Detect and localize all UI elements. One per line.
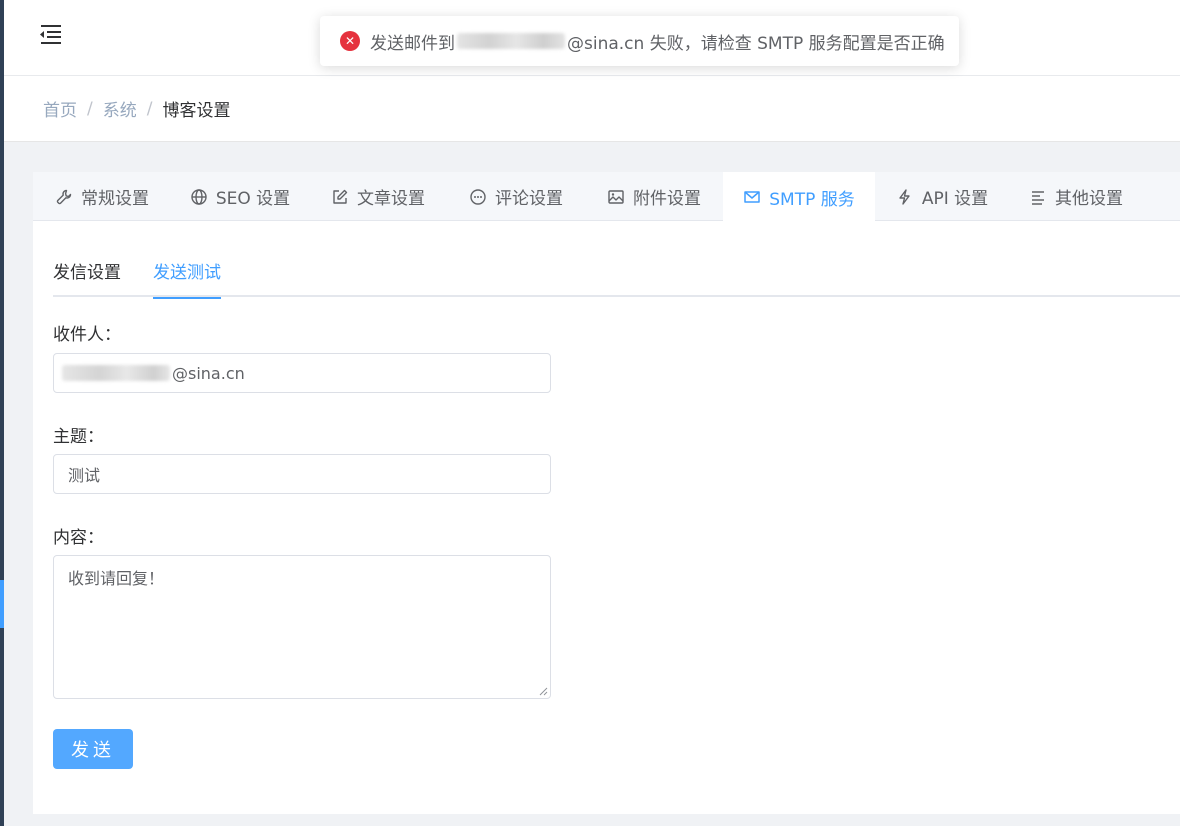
breadcrumb-system[interactable]: 系统 [103, 96, 137, 121]
breadcrumb: 首页 / 系统 / 博客设置 [4, 76, 1180, 142]
tab-label: SMTP 服务 [769, 189, 855, 210]
tab-comment[interactable]: 评论设置 [447, 172, 585, 221]
globe-icon [191, 188, 207, 205]
toast-message-suffix: @sina.cn 失败，请检查 SMTP 服务配置是否正确 [567, 33, 945, 54]
image-icon [608, 189, 624, 204]
close-circle-icon[interactable]: ✕ [340, 31, 360, 51]
tab-general[interactable]: 常规设置 [33, 172, 171, 221]
content-textarea[interactable]: 收到请回复！ [53, 555, 551, 699]
smtp-sub-tabs: 发信设置 发送测试 [53, 246, 1180, 299]
lightning-icon [899, 188, 910, 205]
breadcrumb-blog-settings: 博客设置 [162, 101, 231, 121]
tab-post[interactable]: 文章设置 [309, 172, 447, 221]
tab-label: SEO 设置 [215, 189, 291, 209]
recipient-value: @sina.cn [172, 363, 245, 383]
tab-label: 常规设置 [81, 189, 149, 209]
align-left-icon [1032, 190, 1044, 205]
tab-seo[interactable]: SEO 设置 [171, 172, 309, 221]
error-toast: ✕ 发送邮件到 @sina.cn 失败，请检查 SMTP 服务配置是否正确 [320, 16, 959, 66]
subtab-send-test[interactable]: 发送测试 [153, 258, 221, 299]
recipient-label: 收件人： [53, 325, 121, 345]
sidebar-toggle-icon[interactable] [32, 20, 62, 46]
settings-tabs: 常规设置 SEO 设置 文章设置 评论设置 附件设置 SMTP 服务 API 设… [33, 172, 1180, 222]
mail-icon [744, 191, 760, 203]
subtab-send-settings[interactable]: 发信设置 [53, 258, 121, 297]
tab-api[interactable]: API 设置 [875, 172, 1009, 221]
wrench-icon [56, 189, 72, 204]
subject-label: 主题： [53, 427, 104, 447]
redacted-email [62, 365, 170, 381]
resize-grip-icon[interactable] [538, 686, 548, 696]
subject-input[interactable]: 测试 [53, 454, 551, 494]
breadcrumb-separator: / [87, 98, 93, 119]
sidebar-active-indicator [0, 580, 4, 628]
tab-label: 附件设置 [633, 189, 701, 209]
content-label: 内容： [53, 528, 104, 548]
send-button[interactable]: 发送 [53, 729, 133, 769]
content-value: 收到请回复！ [68, 569, 165, 588]
edit-icon [333, 189, 348, 204]
tab-label: 评论设置 [495, 189, 563, 209]
comment-icon [470, 188, 486, 205]
settings-card: 常规设置 SEO 设置 文章设置 评论设置 附件设置 SMTP 服务 API 设… [33, 172, 1180, 814]
breadcrumb-home[interactable]: 首页 [43, 96, 77, 121]
tab-label: API 设置 [921, 189, 989, 209]
tab-attachment[interactable]: 附件设置 [585, 172, 723, 221]
tab-smtp[interactable]: SMTP 服务 [723, 172, 875, 222]
recipient-input[interactable]: @sina.cn [53, 353, 551, 393]
subject-value: 测试 [68, 466, 101, 485]
toast-message-prefix: 发送邮件到 [370, 33, 455, 54]
tab-other[interactable]: 其他设置 [1009, 172, 1143, 221]
tab-label: 文章设置 [357, 189, 425, 209]
redacted-email [457, 33, 565, 49]
tab-label: 其他设置 [1055, 189, 1123, 209]
breadcrumb-separator: / [146, 98, 153, 119]
